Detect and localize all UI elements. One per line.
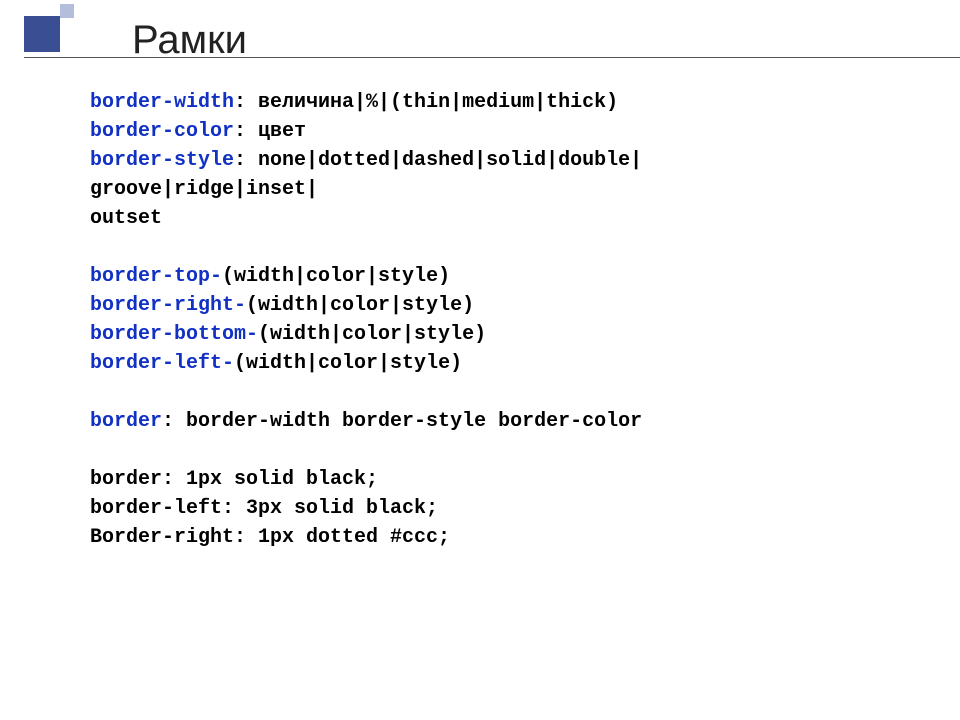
code-line: border-left: 3px solid black; — [90, 494, 642, 523]
code-line: outset — [90, 204, 642, 233]
code-text: (width|color|style) — [258, 323, 486, 346]
code-text: (width|color|style) — [234, 352, 462, 375]
code-line: border-bottom-(width|color|style) — [90, 320, 642, 349]
css-keyword: border-bottom- — [90, 323, 258, 346]
code-text: : величина|%|(thin|medium|thick) — [234, 91, 618, 114]
code-line: border-right-(width|color|style) — [90, 291, 642, 320]
code-line: groove|ridge|inset| — [90, 175, 642, 204]
code-line: border: 1px solid black; — [90, 465, 642, 494]
slide-title: Рамки — [132, 18, 247, 63]
code-line: border-top-(width|color|style) — [90, 262, 642, 291]
code-text: border-left: 3px solid black; — [90, 497, 438, 520]
code-text: (width|color|style) — [246, 294, 474, 317]
code-text: groove|ridge|inset| — [90, 178, 318, 201]
code-line: border-color: цвет — [90, 117, 642, 146]
decor-square-large — [24, 16, 60, 52]
css-keyword: border-right- — [90, 294, 246, 317]
code-text: Border-right: 1px dotted #ccc; — [90, 526, 450, 549]
slide: Рамки border-width: величина|%|(thin|med… — [0, 0, 960, 720]
code-text: outset — [90, 207, 162, 230]
css-keyword: border — [90, 410, 162, 433]
code-line — [90, 233, 642, 262]
code-body: border-width: величина|%|(thin|medium|th… — [90, 88, 642, 552]
code-text: : none|dotted|dashed|solid|double| — [234, 149, 642, 172]
code-line — [90, 436, 642, 465]
code-line: border-left-(width|color|style) — [90, 349, 642, 378]
code-line — [90, 378, 642, 407]
css-keyword: border-width — [90, 91, 234, 114]
css-keyword: border-top- — [90, 265, 222, 288]
code-line: border: border-width border-style border… — [90, 407, 642, 436]
code-text: : цвет — [234, 120, 306, 143]
decor-block — [14, 0, 74, 85]
code-text: (width|color|style) — [222, 265, 450, 288]
css-keyword: border-color — [90, 120, 234, 143]
code-text: : border-width border-style border-color — [162, 410, 642, 433]
code-line: border-width: величина|%|(thin|medium|th… — [90, 88, 642, 117]
decor-square-small — [60, 4, 74, 18]
code-text: border: 1px solid black; — [90, 468, 378, 491]
css-keyword: border-style — [90, 149, 234, 172]
css-keyword: border-left- — [90, 352, 234, 375]
code-line: Border-right: 1px dotted #ccc; — [90, 523, 642, 552]
code-line: border-style: none|dotted|dashed|solid|d… — [90, 146, 642, 175]
